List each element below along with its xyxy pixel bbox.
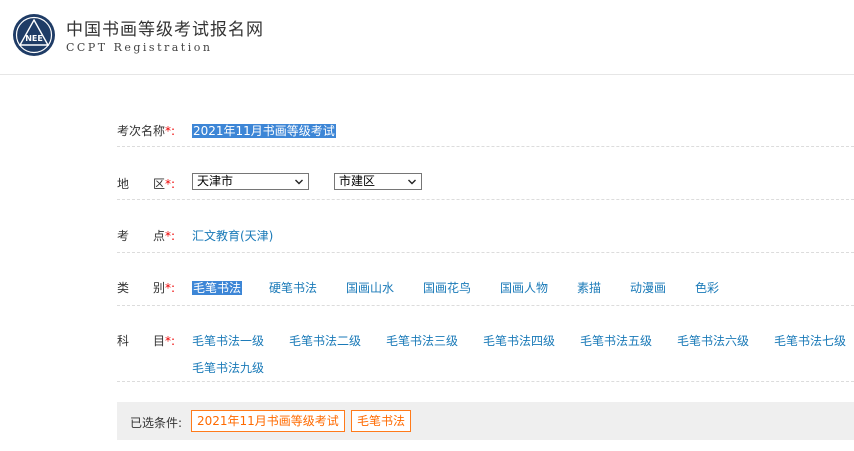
city-select-value: 天津市 <box>197 174 234 188</box>
site-title: 中国书画等级考试报名网 <box>66 20 264 40</box>
row-divider <box>117 381 854 382</box>
site-header: NEE 中国书画等级考试报名网 CCPT Registration <box>0 0 854 75</box>
required-mark: *: <box>165 124 176 138</box>
category-label-text: 类 别 <box>117 281 166 295</box>
site-subtitle: CCPT Registration <box>66 41 213 54</box>
category-option[interactable]: 硬笔书法 <box>269 279 317 296</box>
category-option[interactable]: 国画山水 <box>346 279 394 296</box>
subject-label: 科 目*: <box>117 332 175 349</box>
selected-condition-tag[interactable]: 毛笔书法 <box>351 410 412 432</box>
subject-option[interactable]: 毛笔书法二级 <box>289 332 361 349</box>
venue-option[interactable]: 汇文教育(天津) <box>192 227 273 244</box>
category-option[interactable]: 素描 <box>577 279 601 296</box>
region-label-text: 地 区 <box>117 177 166 191</box>
subject-option[interactable]: 毛笔书法三级 <box>386 332 458 349</box>
row-divider <box>117 305 854 306</box>
subject-option[interactable]: 毛笔书法一级 <box>192 332 264 349</box>
category-option[interactable]: 色彩 <box>695 279 719 296</box>
exam-label: 考次名称*: <box>117 122 175 139</box>
selected-condition-tag[interactable]: 2021年11月书画等级考试 <box>191 410 345 432</box>
selected-conditions-label: 已选条件: <box>130 416 183 430</box>
category-option[interactable]: 国画人物 <box>500 279 548 296</box>
category-option[interactable]: 国画花鸟 <box>423 279 471 296</box>
category-option[interactable]: 动漫画 <box>630 279 666 296</box>
exam-label-text: 考次名称 <box>117 124 166 138</box>
city-select[interactable]: 天津市 <box>192 173 309 190</box>
category-option-selected[interactable]: 毛笔书法 <box>192 279 243 296</box>
category-option-label: 毛笔书法 <box>192 281 243 295</box>
chevron-down-icon <box>408 179 416 185</box>
exam-value[interactable]: 2021年11月书画等级考试 <box>192 122 336 139</box>
required-mark: *: <box>165 177 176 191</box>
region-label: 地 区*: <box>117 175 175 192</box>
exam-value-text: 2021年11月书画等级考试 <box>192 124 336 138</box>
subject-label-text: 科 目 <box>117 334 166 348</box>
venue-label-text: 考 点 <box>117 229 166 243</box>
nee-logo-icon: NEE <box>13 14 55 56</box>
category-label: 类 别*: <box>117 279 175 296</box>
row-divider <box>117 146 854 147</box>
subject-option[interactable]: 毛笔书法七级 <box>774 332 846 349</box>
subject-option[interactable]: 毛笔书法九级 <box>192 359 264 376</box>
logo-text: NEE <box>25 34 43 43</box>
required-mark: *: <box>165 281 176 295</box>
venue-label: 考 点*: <box>117 227 175 244</box>
row-divider <box>117 199 854 200</box>
district-select[interactable]: 市建区 <box>334 173 422 190</box>
required-mark: *: <box>165 229 176 243</box>
selected-conditions-bar: 已选条件: 2021年11月书画等级考试 毛笔书法 <box>117 402 854 440</box>
subject-option[interactable]: 毛笔书法四级 <box>483 332 555 349</box>
subject-option[interactable]: 毛笔书法六级 <box>677 332 749 349</box>
district-select-value: 市建区 <box>339 174 376 188</box>
row-divider <box>117 252 854 253</box>
chevron-down-icon <box>295 179 303 185</box>
required-mark: *: <box>165 334 176 348</box>
subject-option[interactable]: 毛笔书法五级 <box>580 332 652 349</box>
